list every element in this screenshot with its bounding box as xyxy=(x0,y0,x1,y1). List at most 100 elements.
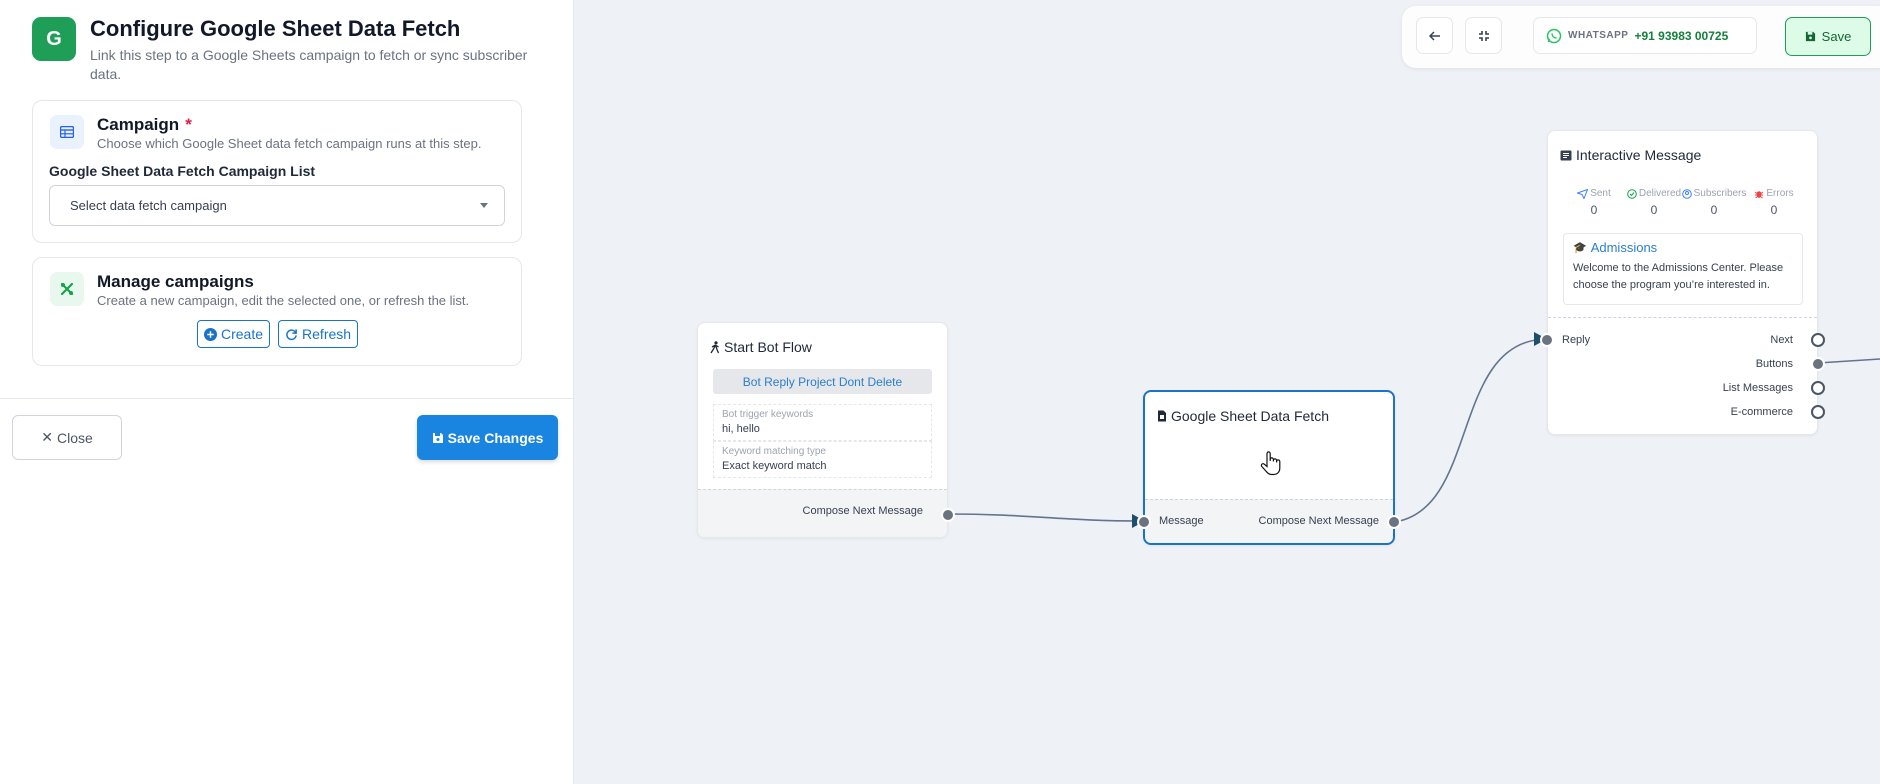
paper-plane-icon xyxy=(1577,188,1589,199)
trigger-keywords-label: Bot trigger keywords xyxy=(722,409,814,420)
out-port-ecommerce[interactable] xyxy=(1811,405,1825,419)
tools-icon xyxy=(50,272,84,306)
out-label-list-messages: List Messages xyxy=(1722,382,1793,394)
create-campaign-button[interactable]: Create xyxy=(197,320,271,348)
stat-sent-value: 0 xyxy=(1590,203,1598,217)
stat-errors: Errors 0 xyxy=(1744,188,1804,217)
out-port-buttons[interactable] xyxy=(1811,357,1825,371)
hand-pointer-icon xyxy=(1260,451,1281,476)
config-panel: G Configure Google Sheet Data Fetch Link… xyxy=(0,0,574,784)
refresh-icon xyxy=(286,328,297,340)
interactive-in-label: Reply xyxy=(1562,334,1591,346)
whatsapp-label: WHATSAPP xyxy=(1568,30,1629,41)
refresh-label: Refresh xyxy=(302,326,352,342)
panel-divider xyxy=(0,398,574,399)
manage-subtitle: Create a new campaign, edit the selected… xyxy=(97,293,470,308)
save-flow-label: Save xyxy=(1821,29,1852,44)
manage-actions: Create Refresh xyxy=(197,320,359,348)
gsheet-out-label: Compose Next Message xyxy=(1258,515,1379,527)
interactive-message-node[interactable]: Interactive Message Sent 0 Delivered 0 S… xyxy=(1540,130,1825,435)
stat-delivered-value: 0 xyxy=(1650,203,1658,217)
stat-sent-label: Sent xyxy=(1590,188,1611,199)
campaign-card: Campaign * Choose which Google Sheet data… xyxy=(32,100,522,243)
message-preview-body: Welcome to the Admissions Center. Please… xyxy=(1573,262,1784,291)
interactive-node-title: Interactive Message xyxy=(1560,147,1701,163)
stat-delivered: Delivered 0 xyxy=(1624,188,1684,217)
campaign-title-text: Campaign xyxy=(97,115,180,134)
user-circle-icon xyxy=(1681,188,1692,199)
gsheet-node-title-text: Google Sheet Data Fetch xyxy=(1171,408,1329,424)
project-tag: Bot Reply Project Dont Delete xyxy=(713,369,932,394)
out-label-next: Next xyxy=(1770,334,1793,346)
message-preview-title-text: Admissions xyxy=(1590,240,1658,255)
campaign-select[interactable]: Select data fetch campaign xyxy=(49,185,505,226)
message-stats: Sent 0 Delivered 0 Subscribers 0 Errors … xyxy=(1564,188,1804,217)
out-port-list-messages[interactable] xyxy=(1811,381,1825,395)
trigger-keywords-field: Bot trigger keywords hi, hello xyxy=(713,404,932,441)
stat-errors-value: 0 xyxy=(1770,203,1778,217)
campaign-list-label: Google Sheet Data Fetch Campaign List xyxy=(49,163,316,179)
interactive-node-title-text: Interactive Message xyxy=(1576,147,1702,163)
campaign-title: Campaign * xyxy=(97,115,192,135)
stat-delivered-label: Delivered xyxy=(1638,188,1682,199)
gsheet-out-port[interactable] xyxy=(1387,515,1401,529)
message-preview: 🎓 Admissions Welcome to the Admissions C… xyxy=(1563,233,1803,305)
matching-type-label: Keyword matching type xyxy=(722,446,826,457)
gsheet-node-footer: Message Compose Next Message xyxy=(1145,499,1393,543)
close-button[interactable]: ✕ Close xyxy=(12,415,122,460)
out-label-ecommerce: E-commerce xyxy=(1730,406,1793,418)
back-button[interactable] xyxy=(1416,17,1453,54)
whatsapp-number-pill[interactable]: WHATSAPP +91 93983 00725 xyxy=(1533,17,1757,54)
save-changes-button[interactable]: Save Changes xyxy=(417,415,558,460)
stat-subscribers-label: Subscribers xyxy=(1693,188,1747,199)
google-sheets-app-icon: G xyxy=(32,17,76,61)
whatsapp-number: +91 93983 00725 xyxy=(1634,28,1729,43)
walking-person-icon xyxy=(710,340,720,353)
fit-view-button[interactable] xyxy=(1465,17,1502,54)
campaign-subtitle: Choose which Google Sheet data fetch cam… xyxy=(97,136,482,151)
out-label-buttons: Buttons xyxy=(1755,358,1793,370)
create-label: Create xyxy=(221,326,264,342)
close-icon: ✕ xyxy=(41,429,53,445)
message-preview-title: 🎓 Admissions xyxy=(1573,240,1793,255)
gsheet-in-port[interactable] xyxy=(1137,515,1151,529)
panel-subtitle: Link this step to a Google Sheets campai… xyxy=(90,47,528,82)
arrow-left-icon xyxy=(1428,30,1440,41)
stat-subscribers: Subscribers 0 xyxy=(1681,188,1747,217)
stat-sent: Sent 0 xyxy=(1564,188,1624,217)
plus-circle-icon xyxy=(204,327,217,341)
bug-icon xyxy=(1755,190,1764,198)
out-port-next[interactable] xyxy=(1811,333,1825,347)
manage-title: Manage campaigns xyxy=(97,272,254,291)
file-sheet-icon xyxy=(1158,410,1166,422)
caret-down-icon xyxy=(480,203,488,208)
gsheet-node-title: Google Sheet Data Fetch xyxy=(1157,408,1329,424)
table-icon xyxy=(50,115,84,149)
interactive-node-separator xyxy=(1548,317,1817,318)
save-flow-button[interactable]: Save xyxy=(1785,17,1871,56)
gsheet-in-label: Message xyxy=(1159,515,1204,527)
manage-campaigns-card: Manage campaigns Create a new campaign, … xyxy=(32,257,522,366)
start-bot-flow-node[interactable]: Start Bot Flow Bot Reply Project Dont De… xyxy=(697,322,955,538)
trigger-keywords-value: hi, hello xyxy=(722,423,760,435)
canvas-toolbar: WHATSAPP +91 93983 00725 Save xyxy=(1402,6,1880,68)
message-list-icon xyxy=(1560,150,1572,160)
required-mark: * xyxy=(185,115,192,134)
start-node-footer: Compose Next Message xyxy=(698,489,947,537)
matching-type-field: Keyword matching type Exact keyword matc… xyxy=(713,441,932,478)
start-out-port[interactable] xyxy=(941,508,955,522)
whatsapp-icon xyxy=(1546,28,1562,43)
compress-icon xyxy=(1478,30,1489,41)
floppy-disk-icon xyxy=(1805,31,1815,42)
stat-errors-label: Errors xyxy=(1766,188,1794,199)
floppy-disk-icon xyxy=(432,432,443,443)
refresh-campaigns-button[interactable]: Refresh xyxy=(278,320,359,348)
check-circle-icon xyxy=(1627,188,1637,199)
close-label: Close xyxy=(56,429,93,446)
matching-type-value: Exact keyword match xyxy=(722,460,827,472)
interactive-in-port[interactable] xyxy=(1540,333,1554,347)
campaign-select-placeholder: Select data fetch campaign xyxy=(70,198,227,213)
start-node-title: Start Bot Flow xyxy=(710,339,812,355)
start-node-title-text: Start Bot Flow xyxy=(724,339,812,355)
save-changes-label: Save Changes xyxy=(447,429,544,446)
